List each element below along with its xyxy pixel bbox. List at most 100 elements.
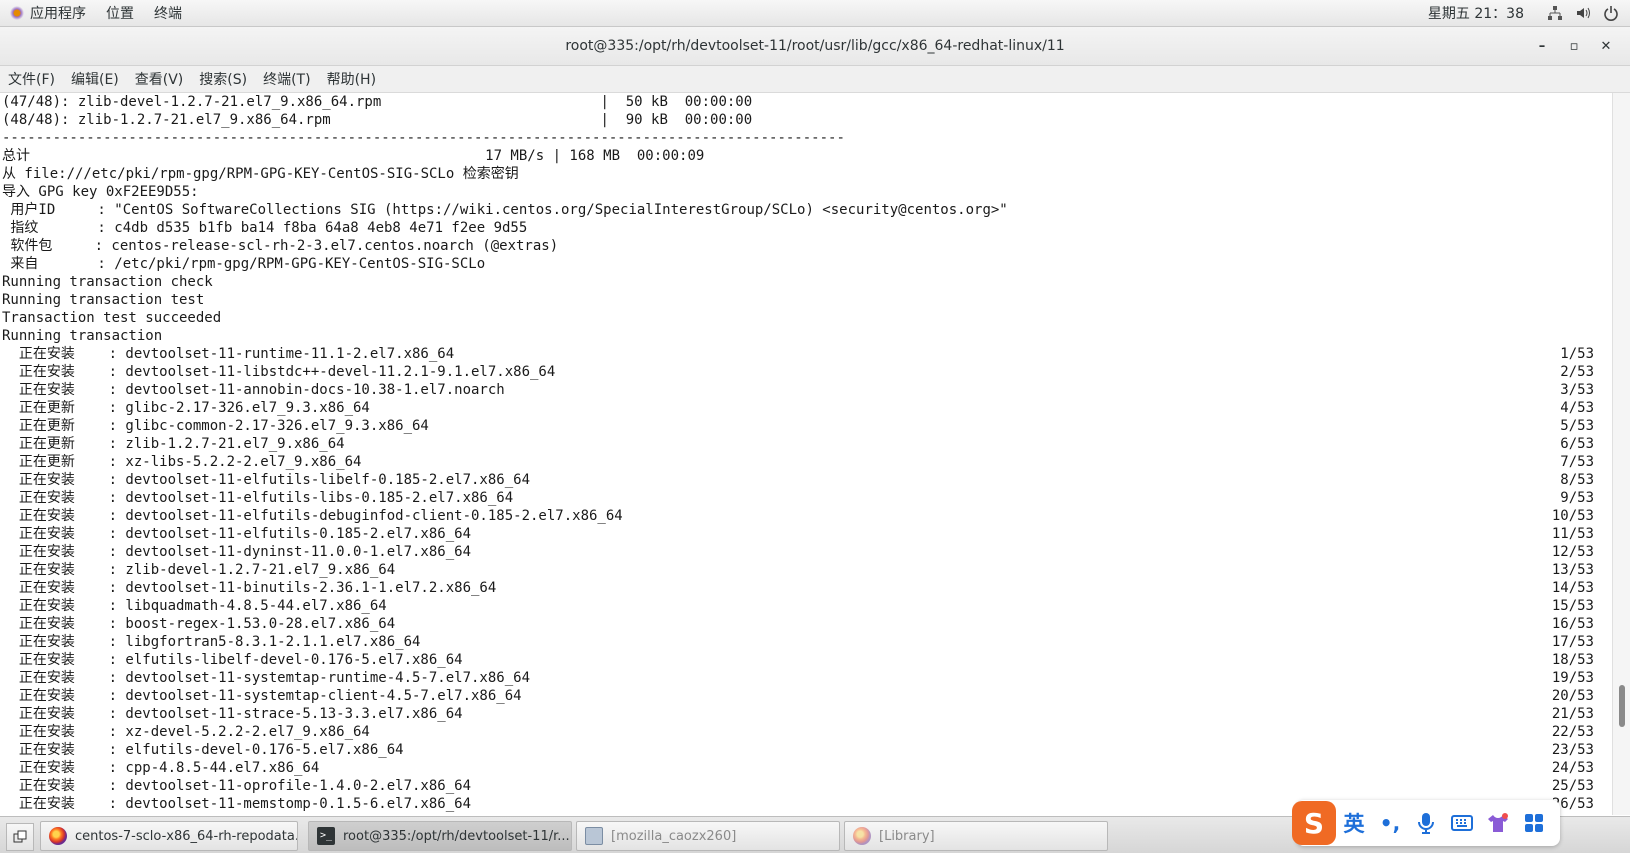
volume-icon[interactable] — [1574, 4, 1592, 22]
terminal-line: 正在安装 : devtoolset-11-elfutils-debuginfod… — [0, 507, 1612, 525]
show-desktop-button[interactable] — [6, 823, 34, 851]
menu-terminal[interactable]: 终端(T) — [255, 69, 318, 89]
install-progress-count: 20/53 — [1551, 688, 1594, 704]
terminal-line-text: ----------------------------------------… — [2, 130, 845, 146]
terminal-line-text: 正在安装 : zlib-devel-1.2.7-21.el7_9.x86_64 — [2, 562, 396, 578]
terminal-line-text: 正在更新 : glibc-common-2.17-326.el7_9.3.x86… — [2, 418, 429, 434]
task-label: root@335:/opt/rh/devtoolset-11/r... — [343, 828, 570, 844]
menu-search[interactable]: 搜索(S) — [191, 69, 255, 89]
applications-menu[interactable]: 应用程序 — [0, 0, 96, 26]
scrollbar-thumb[interactable] — [1619, 685, 1625, 727]
menu-view[interactable]: 查看(V) — [127, 69, 192, 89]
terminal-line: Running transaction — [0, 327, 1612, 345]
terminal-line-text: 正在安装 : boost-regex-1.53.0-28.el7.x86_64 — [2, 616, 396, 632]
logo-icon[interactable]: S — [1292, 801, 1336, 845]
terminal-line-text: 正在安装 : devtoolset-11-memstomp-0.1.5-6.el… — [2, 796, 472, 812]
terminal-line: 从 file:///etc/pki/rpm-gpg/RPM-GPG-KEY-Ce… — [0, 165, 1612, 183]
terminal-line: Transaction test succeeded — [0, 309, 1612, 327]
terminal-line-text: 正在安装 : libgfortran5-8.3.1-2.1.1.el7.x86_… — [2, 634, 421, 650]
terminal-line-text: 正在安装 : devtoolset-11-runtime-11.1-2.el7.… — [2, 346, 455, 362]
terminal-line: 软件包 : centos-release-scl-rh-2-3.el7.cent… — [0, 237, 1612, 255]
terminal-line-text: 正在安装 : devtoolset-11-elfutils-0.185-2.el… — [2, 526, 472, 542]
top-bar: 应用程序 位置 终端 星期五 21：38 — [0, 0, 1630, 27]
taskbar-item-library[interactable]: [Library] — [844, 821, 1108, 851]
terminal-line: 正在安装 : libquadmath-4.8.5-44.el7.x86_64 15… — [0, 597, 1612, 615]
terminal-line: 正在更新 : glibc-2.17-326.el7_9.3.x86_64 4/53 — [0, 399, 1612, 417]
terminal-line-text: 正在安装 : devtoolset-11-systemtap-client-4.… — [2, 688, 522, 704]
terminal-line: 正在安装 : devtoolset-11-libstdc++-devel-11.… — [0, 363, 1612, 381]
terminal-line-text: 正在安装 : elfutils-devel-0.176-5.el7.x86_64 — [2, 742, 404, 758]
keyboard-icon[interactable] — [1444, 803, 1480, 843]
menu-file[interactable]: 文件(F) — [0, 69, 63, 89]
install-progress-count: 10/53 — [1551, 508, 1594, 524]
install-progress-count: 11/53 — [1551, 526, 1594, 542]
terminal-line-text: Running transaction test — [2, 292, 205, 308]
firefox-icon — [49, 827, 67, 845]
terminal-line-text: 正在更新 : glibc-2.17-326.el7_9.3.x86_64 — [2, 400, 370, 416]
install-progress-count: 5/53 — [1560, 418, 1594, 434]
terminal-output[interactable]: (47/48): zlib-devel-1.2.7-21.el7_9.x86_6… — [0, 93, 1612, 815]
menu-help[interactable]: 帮助(H) — [319, 69, 384, 89]
menu-edit[interactable]: 编辑(E) — [63, 69, 127, 89]
terminal-line-text: 正在安装 : devtoolset-11-elfutils-debuginfod… — [2, 508, 623, 524]
terminal-line: 正在更新 : glibc-common-2.17-326.el7_9.3.x86… — [0, 417, 1612, 435]
places-menu[interactable]: 位置 — [96, 0, 144, 26]
terminal-line-text: 用户ID : "CentOS SoftwareCollections SIG (… — [2, 202, 1008, 218]
ime-toolbar[interactable]: S 英 •, — [1292, 800, 1560, 846]
terminal-line: Running transaction check — [0, 273, 1612, 291]
terminal-line: 正在更新 : xz-libs-5.2.2-2.el7_9.x86_64 7/53 — [0, 453, 1612, 471]
ime-language-toggle[interactable]: 英 — [1336, 803, 1372, 843]
taskbar-item-firefox-repodata[interactable]: centos-7-sclo-x86_64-rh-repodata... — [40, 821, 298, 851]
terminal-line-text: (48/48): zlib-1.2.7-21.el7_9.x86_64.rpm … — [2, 112, 753, 128]
terminal-line-text: 导入 GPG key 0xF2EE9D55: — [2, 184, 199, 200]
terminal-icon: >_ — [317, 827, 335, 845]
close-button[interactable]: ✕ — [1590, 27, 1622, 65]
terminal-line: 来自 : /etc/pki/rpm-gpg/RPM-GPG-KEY-CentOS… — [0, 255, 1612, 273]
terminal-line-text: 来自 : /etc/pki/rpm-gpg/RPM-GPG-KEY-CentOS… — [2, 256, 486, 272]
terminal-line-text: 正在安装 : devtoolset-11-elfutils-libs-0.185… — [2, 490, 514, 506]
minimize-button[interactable]: – — [1526, 27, 1558, 65]
terminal-scrollbar[interactable] — [1612, 93, 1630, 815]
install-progress-count: 13/53 — [1551, 562, 1594, 578]
terminal-line-text: 从 file:///etc/pki/rpm-gpg/RPM-GPG-KEY-Ce… — [2, 166, 519, 182]
terminal-line-text: Transaction test succeeded — [2, 310, 222, 326]
terminal-line-text: Running transaction — [2, 328, 163, 344]
network-icon[interactable] — [1546, 4, 1564, 22]
terminal-line: 正在安装 : devtoolset-11-elfutils-libelf-0.1… — [0, 471, 1612, 489]
terminal-line-text: 正在安装 : devtoolset-11-elfutils-libelf-0.1… — [2, 472, 531, 488]
install-progress-count: 3/53 — [1560, 382, 1594, 398]
install-progress-count: 15/53 — [1551, 598, 1594, 614]
terminal-line-text: 正在安装 : devtoolset-11-annobin-docs-10.38-… — [2, 382, 505, 398]
terminal-app-menu[interactable]: 终端 — [144, 0, 192, 26]
task-label: centos-7-sclo-x86_64-rh-repodata... — [75, 828, 298, 844]
terminal-line: 总计 17 MB/s | 168 MB 00:00:09 — [0, 147, 1612, 165]
taskbar-item-file-manager[interactable]: [mozilla_caozx260] — [576, 821, 840, 851]
ime-punctuation-toggle[interactable]: •, — [1372, 803, 1408, 843]
terminal-line: 正在安装 : devtoolset-11-dyninst-11.0.0-1.el… — [0, 543, 1612, 561]
maximize-button[interactable]: ▫ — [1558, 27, 1590, 65]
terminal-line: 正在安装 : devtoolset-11-binutils-2.36.1-1.e… — [0, 579, 1612, 597]
mic-icon[interactable] — [1408, 803, 1444, 843]
terminal-line-text: 总计 17 MB/s | 168 MB 00:00:09 — [2, 148, 705, 164]
terminal-line: 正在安装 : zlib-devel-1.2.7-21.el7_9.x86_64 1… — [0, 561, 1612, 579]
terminal-line: ----------------------------------------… — [0, 129, 1612, 147]
install-progress-count: 9/53 — [1560, 490, 1594, 506]
terminal-line-text: 正在安装 : xz-devel-5.2.2-2.el7_9.x86_64 — [2, 724, 370, 740]
menu-bar: 文件(F) 编辑(E) 查看(V) 搜索(S) 终端(T) 帮助(H) — [0, 66, 1630, 93]
power-icon[interactable] — [1602, 4, 1620, 22]
terminal-line-text: 正在更新 : zlib-1.2.7-21.el7_9.x86_64 — [2, 436, 345, 452]
terminal-line: 用户ID : "CentOS SoftwareCollections SIG (… — [0, 201, 1612, 219]
install-progress-count: 16/53 — [1551, 616, 1594, 632]
window-title-bar[interactable]: root@335:/opt/rh/devtoolset-11/root/usr/… — [0, 27, 1630, 66]
clock[interactable]: 星期五 21：38 — [1428, 3, 1524, 23]
terminal-line-text: 正在安装 : devtoolset-11-binutils-2.36.1-1.e… — [2, 580, 497, 596]
skin-icon[interactable] — [1480, 803, 1516, 843]
install-progress-count: 23/53 — [1551, 742, 1594, 758]
install-progress-count: 7/53 — [1560, 454, 1594, 470]
window-title: root@335:/opt/rh/devtoolset-11/root/usr/… — [565, 38, 1065, 54]
install-progress-count: 8/53 — [1560, 472, 1594, 488]
apps-grid-icon[interactable] — [1516, 803, 1552, 843]
terminal-line: 正在安装 : devtoolset-11-systemtap-client-4.… — [0, 687, 1612, 705]
taskbar-item-terminal[interactable]: >_ root@335:/opt/rh/devtoolset-11/r... — [308, 821, 572, 851]
terminal-line: 正在安装 : devtoolset-11-strace-5.13-3.3.el7… — [0, 705, 1612, 723]
